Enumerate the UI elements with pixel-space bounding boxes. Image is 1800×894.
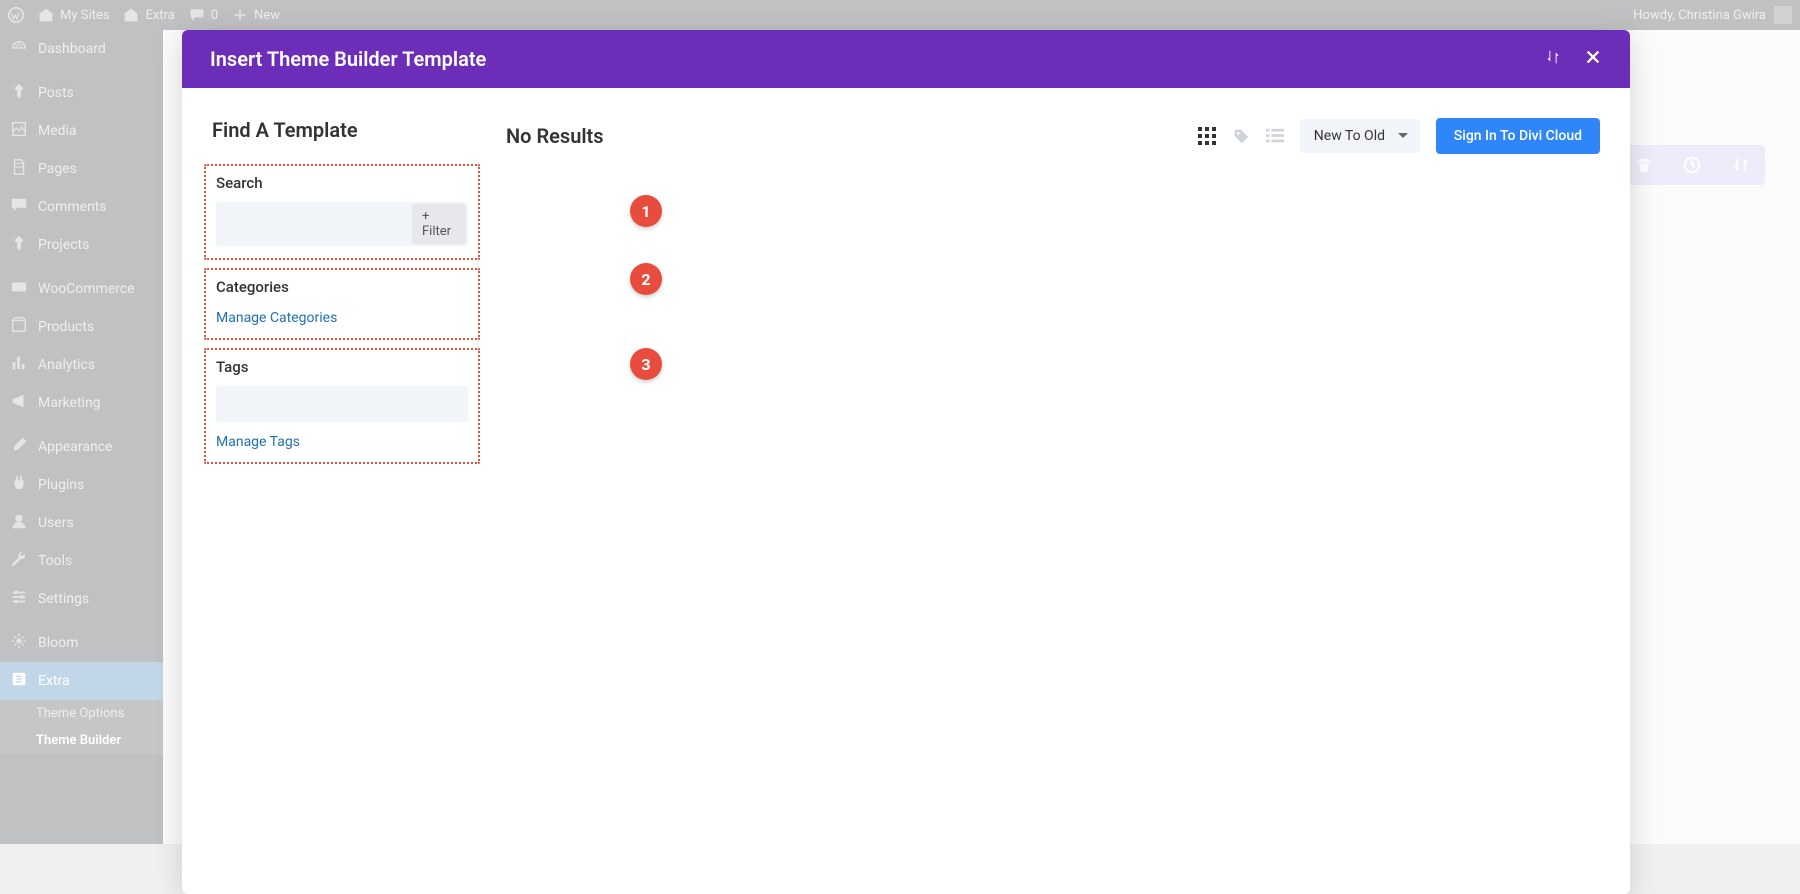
tags-input[interactable] [216,386,468,422]
categories-label: Categories [216,278,468,296]
close-icon[interactable] [1584,48,1602,70]
no-results-heading: No Results [506,124,604,148]
filter-sidebar: Find A Template Search + Filter Categori… [212,118,472,864]
sort-select[interactable]: New To Old [1300,119,1420,153]
search-section: Search + Filter [204,164,480,260]
find-template-heading: Find A Template [212,118,472,142]
categories-section: Categories Manage Categories [204,268,480,340]
sort-toggle-icon[interactable] [1544,48,1562,70]
tags-section: Tags Manage Tags [204,348,480,464]
modal-title: Insert Theme Builder Template [210,47,486,71]
tag-view-icon[interactable] [1232,127,1250,145]
grid-view-icon[interactable] [1198,127,1216,145]
manage-categories-link[interactable]: Manage Categories [216,310,337,326]
results-toolbar: No Results New To Old [506,118,1600,154]
modal-header: Insert Theme Builder Template [182,30,1630,88]
results-area: No Results New To Old [506,118,1600,864]
callout-2: 2 [630,263,662,295]
callout-1: 1 [630,195,662,227]
insert-template-modal: Insert Theme Builder Template Find A Tem… [182,30,1630,894]
callout-3: 3 [630,348,662,380]
filter-button[interactable]: + Filter [412,204,466,244]
list-view-icon[interactable] [1266,127,1284,145]
signin-button[interactable]: Sign In To Divi Cloud [1436,118,1600,154]
search-label: Search [216,174,468,192]
modal-body: Find A Template Search + Filter Categori… [182,88,1630,894]
manage-tags-link[interactable]: Manage Tags [216,434,300,450]
search-input[interactable] [218,210,412,238]
tags-label: Tags [216,358,468,376]
